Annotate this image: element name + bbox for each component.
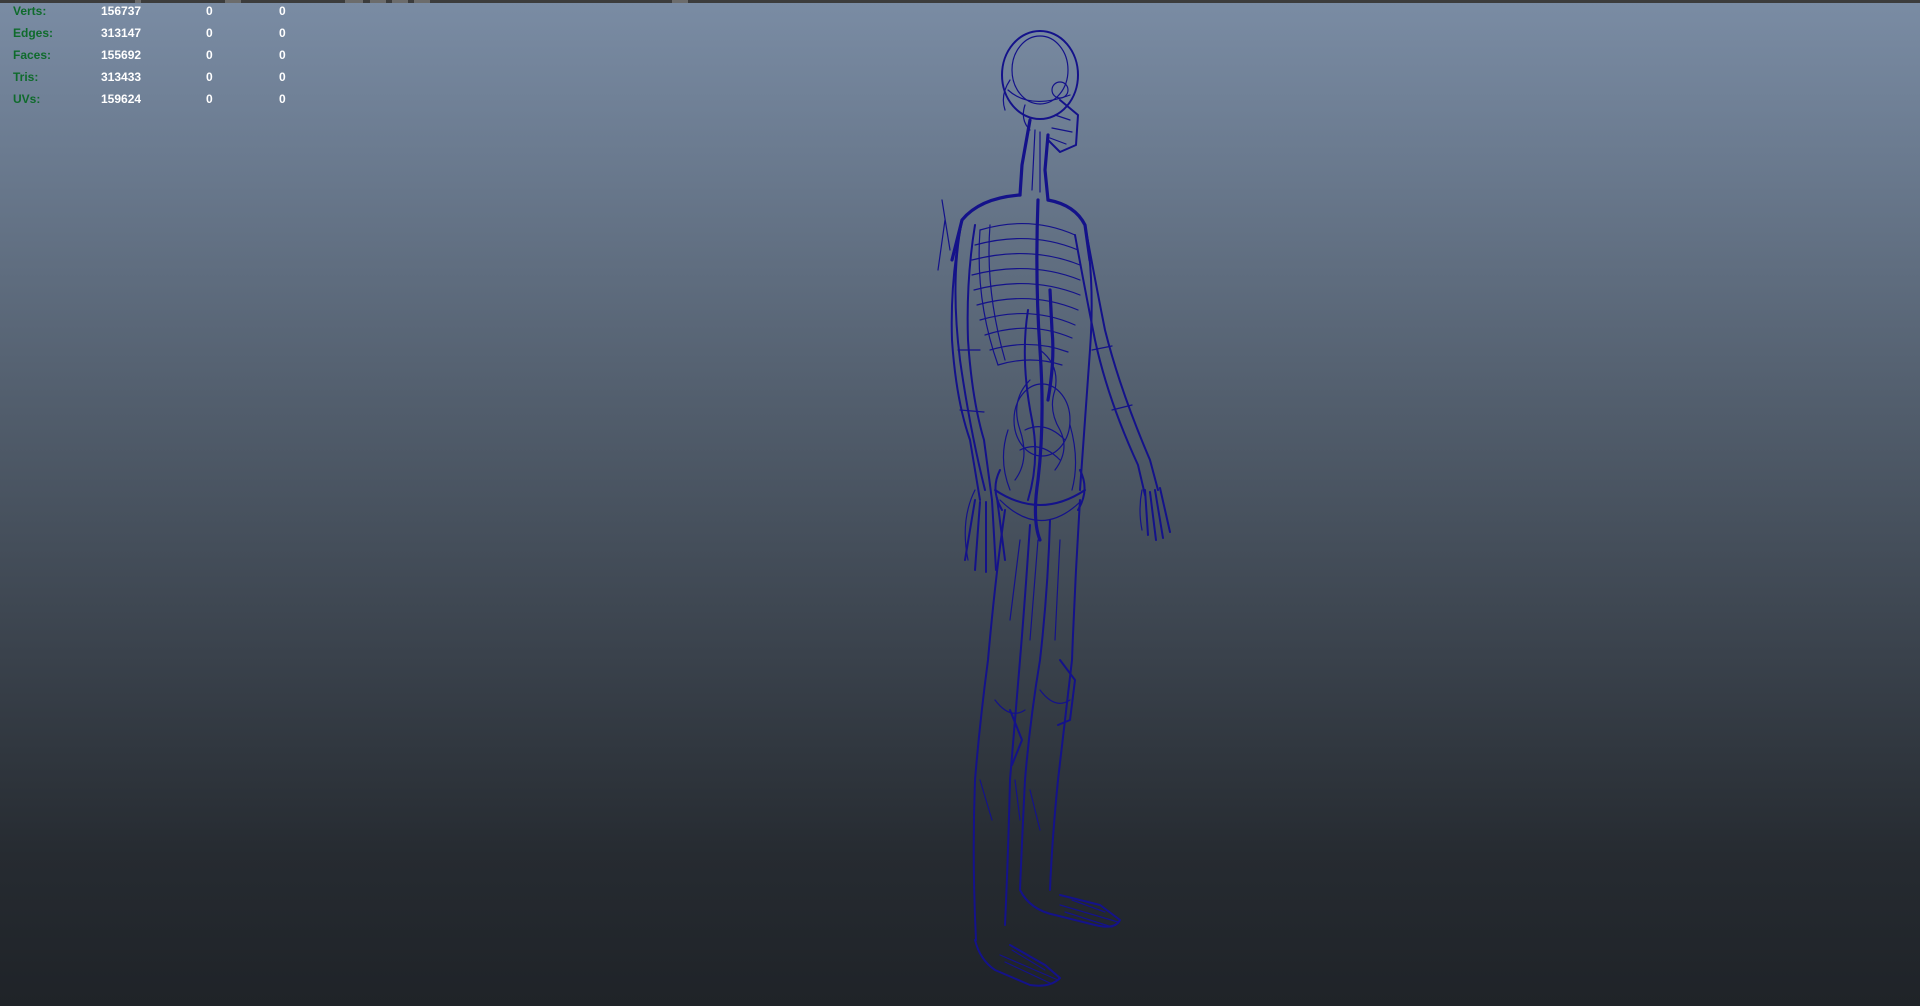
hud-label: UVs: [13, 92, 41, 106]
hud-value-selected: 0 [206, 92, 213, 106]
toolbar-tick [345, 0, 363, 3]
right-arm-wireframe [1074, 224, 1171, 541]
hud-value-total: 159624 [101, 92, 142, 106]
hud-label: Verts: [13, 4, 47, 18]
hud-value-third: 0 [279, 4, 286, 18]
hud-value-selected: 0 [206, 4, 213, 18]
hud-value-third: 0 [279, 70, 286, 84]
hud-value-third: 0 [279, 48, 286, 62]
hud-label: Edges: [13, 26, 54, 40]
toolbar-strip [0, 0, 1920, 3]
wireframe-human-model[interactable] [880, 20, 1200, 1000]
hud-value-total: 155692 [101, 48, 142, 62]
toolbar-tick [414, 0, 430, 3]
ribcage-wireframe [971, 223, 1081, 366]
hud-value-total: 156737 [101, 4, 142, 18]
toolbar-tick [672, 0, 688, 3]
hud-value-third: 0 [279, 26, 286, 40]
hud-label: Faces: [13, 48, 52, 62]
toolbar-tick [370, 0, 386, 3]
hud-value-selected: 0 [206, 70, 213, 84]
3d-viewport[interactable]: Verts: 156737 0 0 Edges: 313147 0 0 Face… [0, 0, 1920, 1006]
hud-value-total: 313433 [101, 70, 142, 84]
spine-and-aorta-wireframe [1002, 198, 1077, 542]
hud-value-third: 0 [279, 92, 286, 106]
toolbar-tick [225, 0, 241, 3]
left-arm-wireframe [950, 219, 1006, 573]
feet-wireframe [974, 889, 1121, 987]
hud-label: Tris: [13, 70, 39, 84]
hud-value-total: 313147 [101, 26, 142, 40]
hud-value-selected: 0 [206, 48, 213, 62]
pelvis-wireframe [994, 469, 1086, 522]
neck-wireframe [1018, 118, 1050, 202]
hud-value-selected: 0 [206, 26, 213, 40]
toolbar-tick [392, 0, 408, 3]
legs-wireframe [972, 499, 1081, 941]
